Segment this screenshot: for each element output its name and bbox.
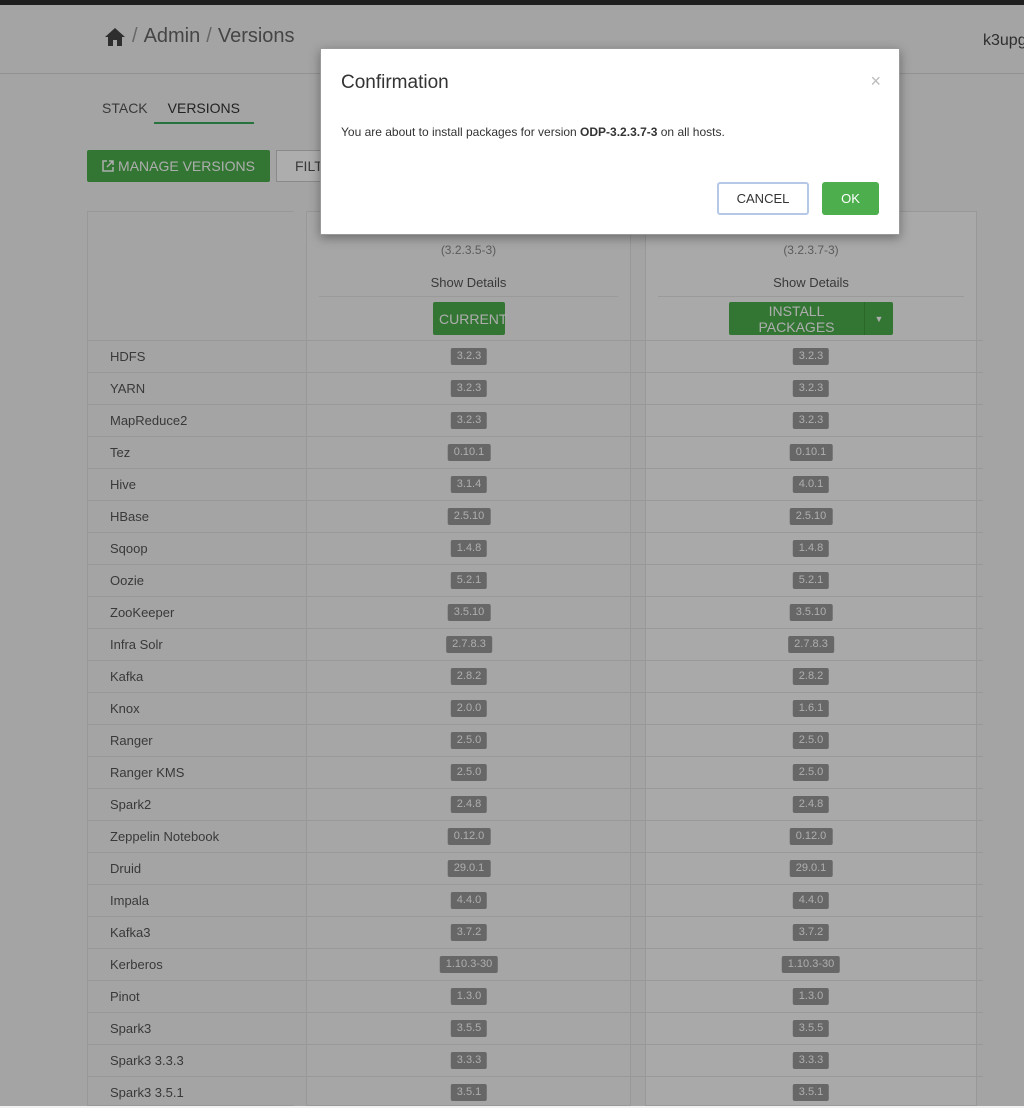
message-suffix: on all hosts. <box>657 125 725 139</box>
close-icon[interactable]: × <box>870 71 881 92</box>
dialog-title: Confirmation <box>341 72 449 93</box>
message-version: ODP-3.2.3.7-3 <box>580 125 658 139</box>
confirmation-dialog: Confirmation × You are about to install … <box>320 48 900 235</box>
ok-button[interactable]: OK <box>822 182 879 215</box>
cancel-button[interactable]: CANCEL <box>717 182 809 215</box>
dialog-message: You are about to install packages for ve… <box>341 125 725 139</box>
message-prefix: You are about to install packages for ve… <box>341 125 581 139</box>
